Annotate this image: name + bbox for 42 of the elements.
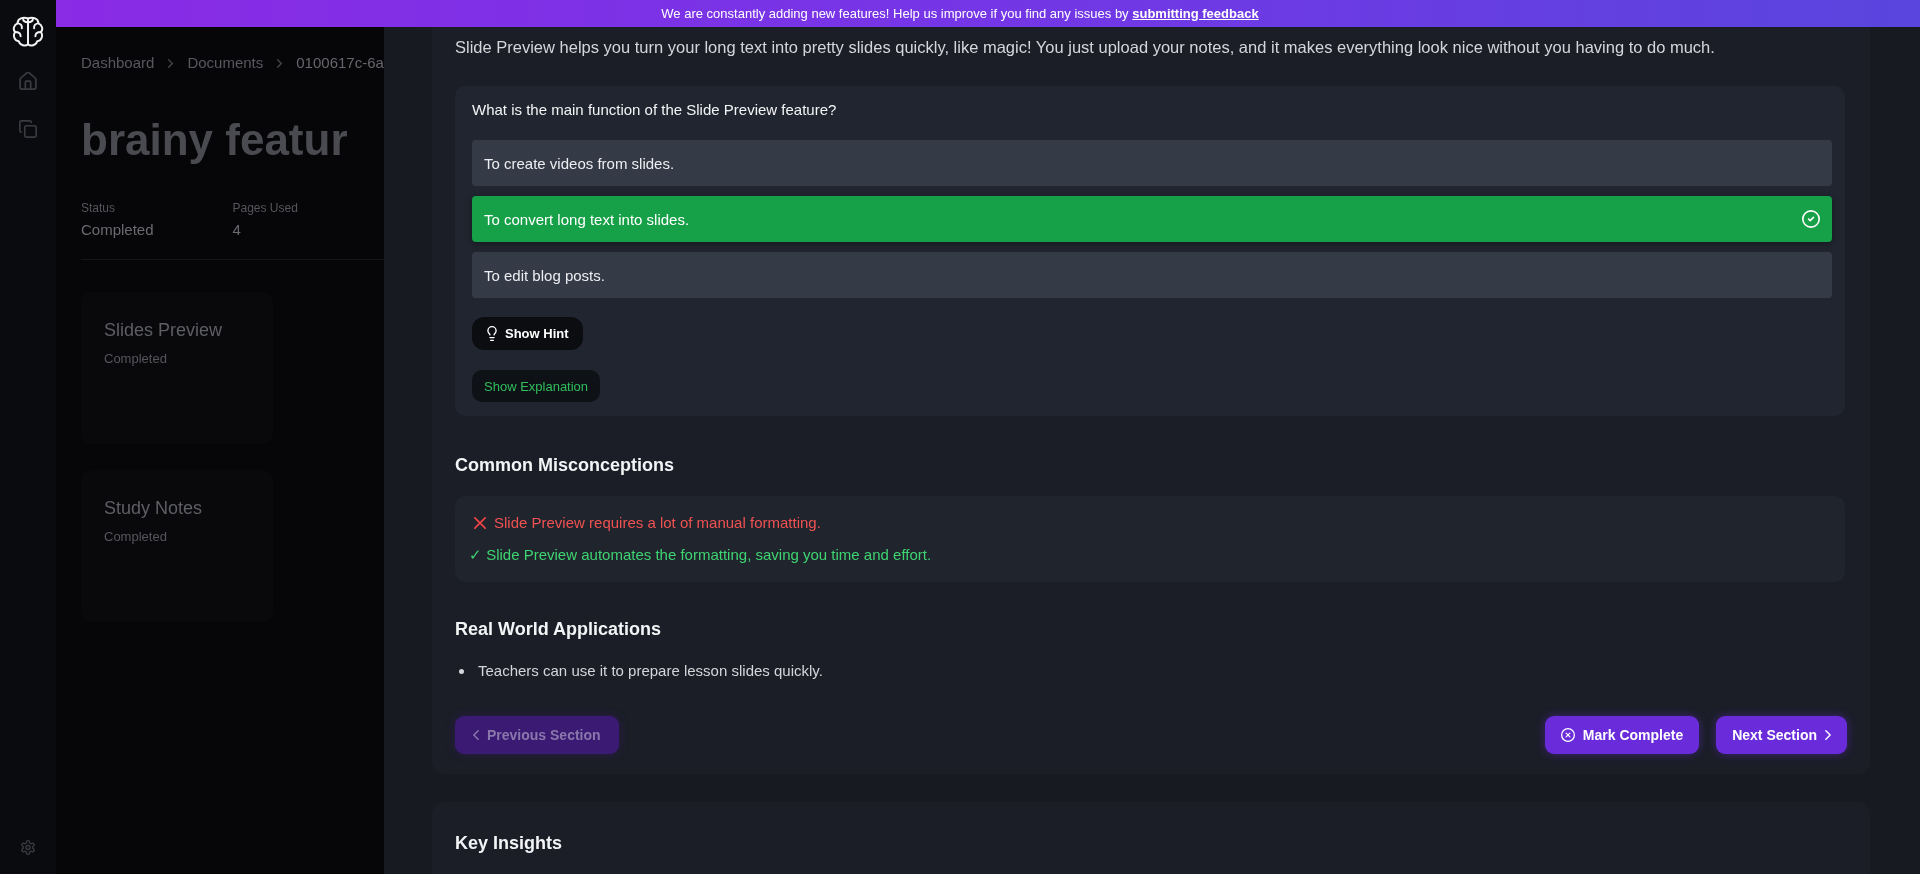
chevron-icon	[277, 58, 283, 68]
fact-text: ✓ Slide Preview automates the formatting, saving you time and effort.	[469, 545, 932, 565]
show-explanation-button[interactable]: Show Explanation	[472, 370, 601, 402]
mark-complete-button[interactable]: Mark Complete	[1544, 716, 1700, 754]
stat-value: 4	[232, 220, 241, 240]
answer-option[interactable]: To create videos from slides.	[472, 140, 1832, 186]
answer-option[interactable]: To edit blog posts.	[472, 252, 1832, 298]
next-section-button[interactable]: Next Section	[1716, 716, 1847, 754]
documents-icon[interactable]	[19, 120, 37, 138]
chevron-icon	[168, 58, 174, 68]
card-status: Completed	[104, 350, 167, 368]
banner-message: We are constantly adding new features! Help us improve if you find any issues by submitting feedback	[661, 6, 1259, 21]
home-icon[interactable]	[19, 72, 37, 90]
stat-label: Pages Used	[232, 200, 298, 216]
feedback-link[interactable]: submitting feedback	[1132, 6, 1259, 21]
show-hint-button[interactable]: Show Hint	[472, 317, 583, 350]
settings-icon[interactable]	[21, 840, 35, 855]
lightbulb-icon	[487, 326, 497, 341]
card-status: Completed	[104, 528, 167, 546]
answer-option[interactable]: To convert long text into slides.	[472, 196, 1832, 242]
x-circle-icon	[1560, 728, 1575, 742]
cross-icon	[474, 517, 486, 529]
document-title: brainy featur	[81, 114, 349, 166]
chevron-left-icon	[473, 730, 479, 740]
section-heading: Real World Applications	[455, 618, 663, 641]
application-text: Teachers can use it to prepare lesson slides quickly.	[478, 661, 823, 681]
card-title: Slides Preview	[104, 319, 223, 342]
section-heading: Common Misconceptions	[455, 454, 675, 477]
check-circle-icon	[1802, 210, 1820, 228]
card-title: Study Notes	[104, 497, 203, 520]
bullet-icon	[459, 668, 464, 674]
breadcrumb-link[interactable]: 0100617c-6a	[296, 54, 384, 72]
stat-value: Completed	[81, 220, 154, 240]
chevron-right-icon	[1825, 730, 1831, 740]
misconception-text: Slide Preview requires a lot of manual formatting.	[494, 513, 821, 533]
intro-text: Slide Preview helps you turn your long text into pretty slides quickly, like magic! You just upload your notes, and it makes everything look nice without you having to do much.	[455, 37, 1716, 58]
stat-label: Status	[81, 200, 116, 216]
feature-card[interactable]: Slides Preview Completed	[81, 292, 273, 444]
brain-icon[interactable]	[12, 16, 44, 48]
section-heading: Key Insights	[455, 832, 564, 855]
quiz-question: What is the main function of the Slide Preview feature?	[472, 100, 837, 120]
feature-card[interactable]: Study Notes Completed	[81, 470, 273, 622]
